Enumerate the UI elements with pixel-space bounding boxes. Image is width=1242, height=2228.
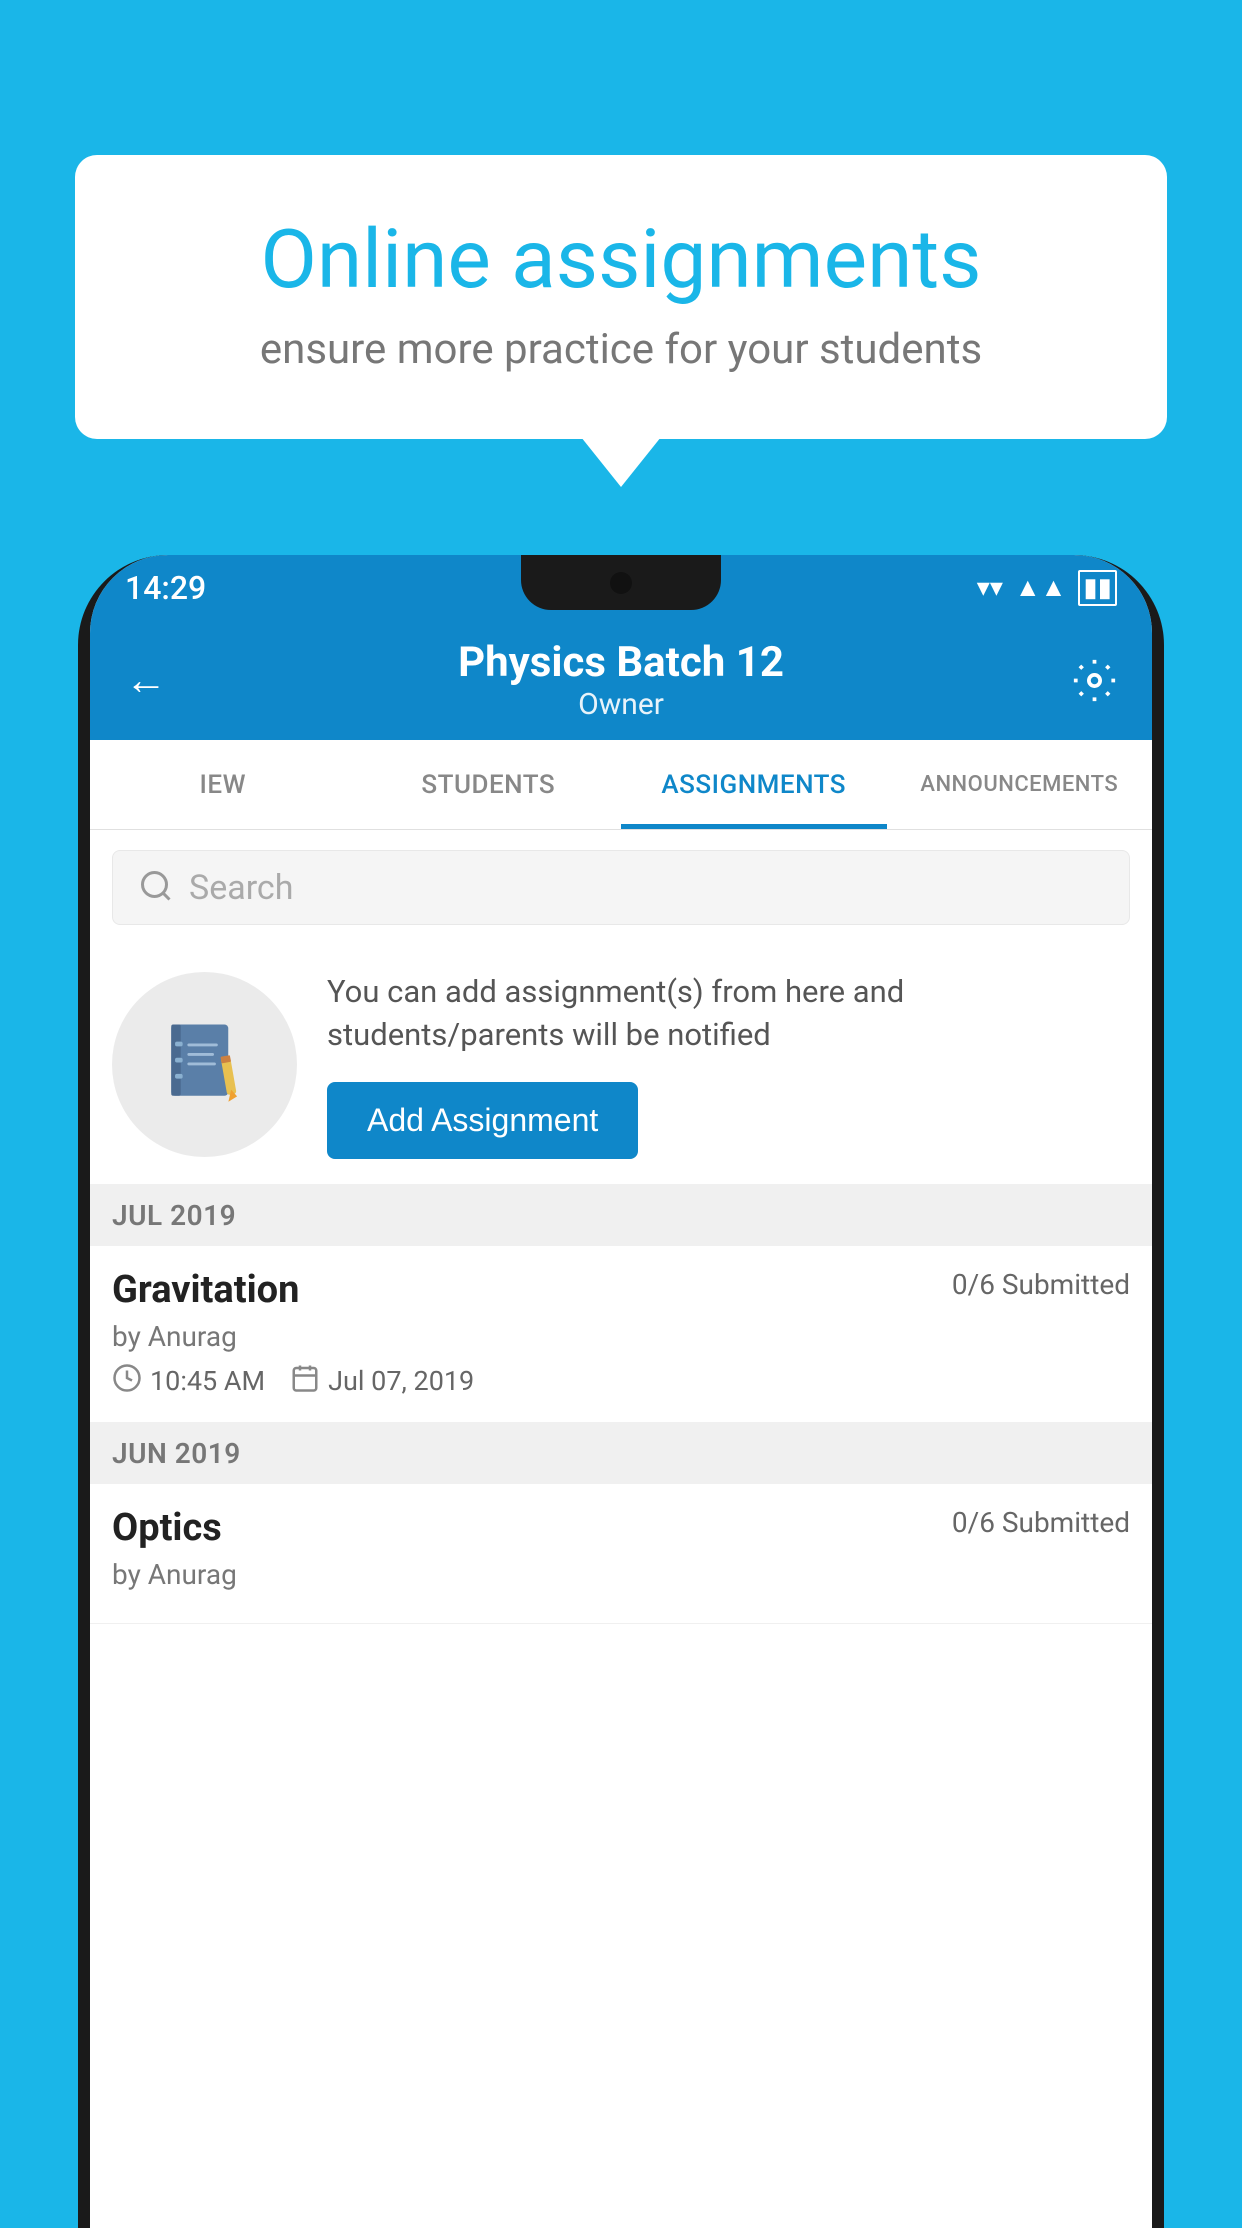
assignment-row-optics[interactable]: Optics 0/6 Submitted by Anurag	[90, 1484, 1152, 1624]
notebook-icon	[157, 1015, 252, 1114]
app-bar-subtitle: Owner	[185, 687, 1057, 722]
empty-state-description: You can add assignment(s) from here and …	[327, 970, 1130, 1057]
tab-assignments[interactable]: ASSIGNMENTS	[621, 740, 887, 829]
search-bar[interactable]: Search	[112, 850, 1130, 925]
add-assignment-button[interactable]: Add Assignment	[327, 1082, 638, 1159]
search-icon	[138, 868, 174, 908]
speech-bubble: Online assignments ensure more practice …	[75, 155, 1167, 439]
assignment-date-value: Jul 07, 2019	[328, 1365, 474, 1397]
empty-state-right: You can add assignment(s) from here and …	[327, 970, 1130, 1159]
back-button[interactable]: ←	[125, 656, 185, 705]
assignment-time-value: 10:45 AM	[150, 1365, 265, 1397]
assignment-time: 10:45 AM	[112, 1363, 265, 1400]
status-icons: ▾▾ ▲▲ ▮▮	[977, 570, 1117, 606]
calendar-icon	[290, 1363, 320, 1400]
status-time: 14:29	[125, 569, 206, 607]
phone-frame: 14:29 ▾▾ ▲▲ ▮▮ ← Physics Batch 12 Owner	[78, 555, 1164, 2228]
tab-announcements[interactable]: ANNOUNCEMENTS	[887, 740, 1153, 829]
assignment-author-optics: by Anurag	[112, 1558, 1130, 1591]
battery-icon: ▮▮	[1078, 570, 1117, 606]
assignment-submitted-gravitation: 0/6 Submitted	[952, 1268, 1130, 1301]
speech-bubble-title: Online assignments	[145, 215, 1097, 305]
empty-state-card: You can add assignment(s) from here and …	[90, 945, 1152, 1185]
screen-content: Search	[90, 830, 1152, 2228]
clock-icon	[112, 1363, 142, 1400]
tab-iew[interactable]: IEW	[90, 740, 356, 829]
phone-screen: 14:29 ▾▾ ▲▲ ▮▮ ← Physics Batch 12 Owner	[90, 555, 1152, 2228]
assignment-row-gravitation[interactable]: Gravitation 0/6 Submitted by Anurag 10:4…	[90, 1246, 1152, 1423]
app-bar-title: Physics Batch 12	[185, 638, 1057, 687]
search-placeholder: Search	[189, 868, 293, 908]
phone-notch	[521, 555, 721, 610]
signal-icon: ▲▲	[1015, 572, 1066, 603]
tab-students[interactable]: STUDENTS	[356, 740, 622, 829]
speech-bubble-container: Online assignments ensure more practice …	[75, 155, 1167, 439]
app-bar-title-group: Physics Batch 12 Owner	[185, 638, 1057, 722]
assignment-title-optics: Optics	[112, 1506, 222, 1550]
settings-button[interactable]	[1057, 658, 1117, 703]
notebook-icon-circle	[112, 972, 297, 1157]
month-header-jul: JUL 2019	[90, 1185, 1152, 1246]
speech-bubble-subtitle: ensure more practice for your students	[145, 325, 1097, 374]
assignment-top: Gravitation 0/6 Submitted	[112, 1268, 1130, 1312]
wifi-icon: ▾▾	[977, 573, 1003, 603]
app-bar: ← Physics Batch 12 Owner	[90, 620, 1152, 740]
assignment-date: Jul 07, 2019	[290, 1363, 474, 1400]
assignment-top-optics: Optics 0/6 Submitted	[112, 1506, 1130, 1550]
search-container: Search	[90, 830, 1152, 945]
month-header-jun: JUN 2019	[90, 1423, 1152, 1484]
tab-bar: IEW STUDENTS ASSIGNMENTS ANNOUNCEMENTS	[90, 740, 1152, 830]
assignment-author-gravitation: by Anurag	[112, 1320, 1130, 1353]
assignment-title-gravitation: Gravitation	[112, 1268, 299, 1312]
assignment-submitted-optics: 0/6 Submitted	[952, 1506, 1130, 1539]
assignment-meta-gravitation: 10:45 AM Jul 07, 2019	[112, 1363, 1130, 1400]
